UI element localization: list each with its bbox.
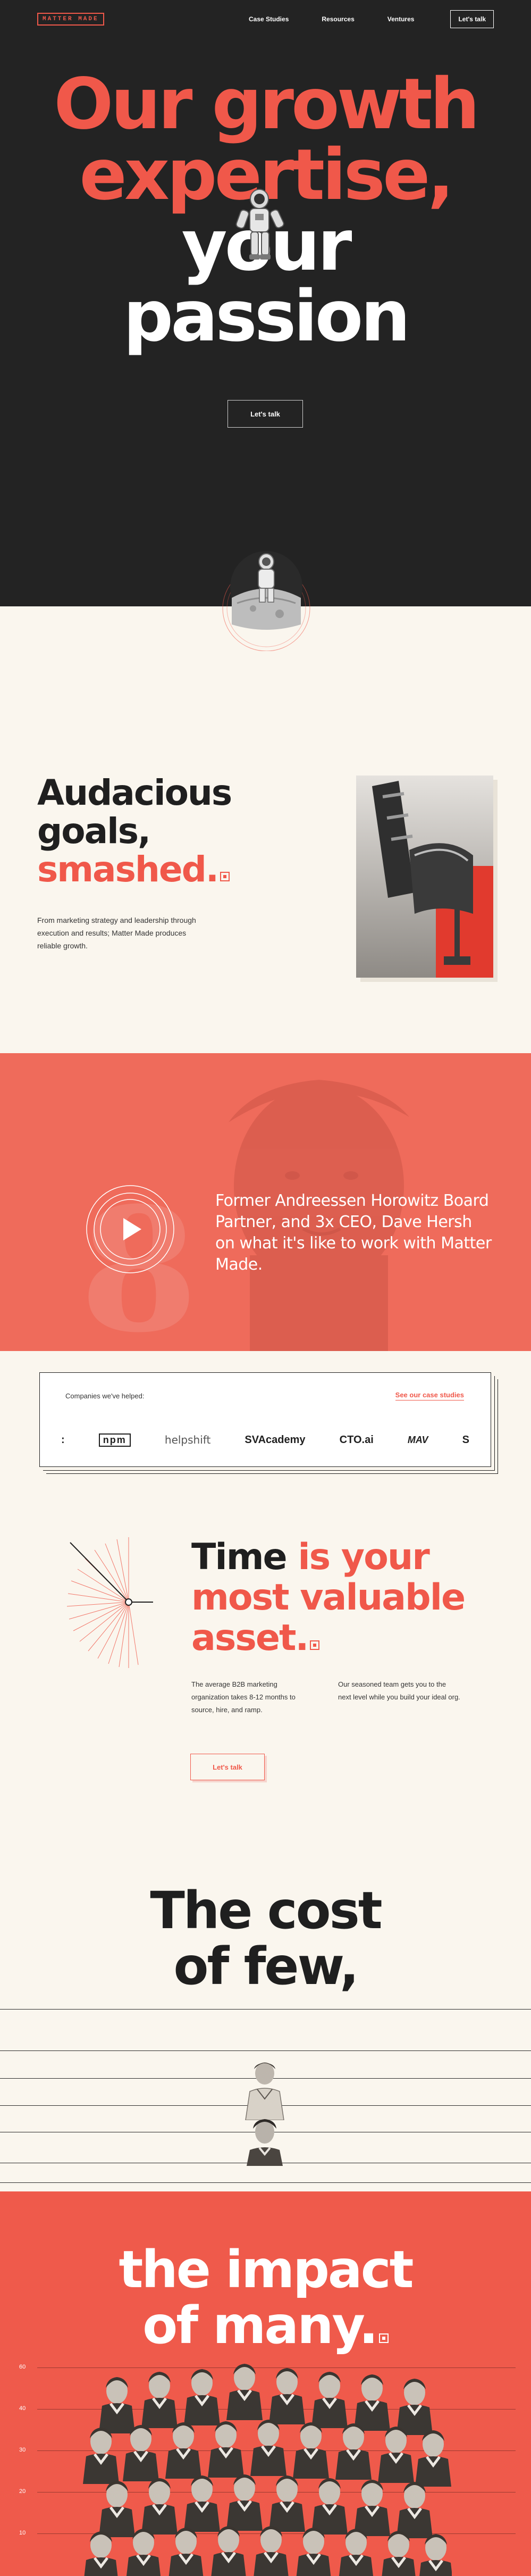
axis-label: 20 bbox=[19, 2488, 26, 2495]
axis-label: 30 bbox=[19, 2447, 26, 2453]
nav-links: Case Studies Resources Ventures Let's ta… bbox=[249, 10, 494, 28]
few-headline: The cost of few, bbox=[0, 1883, 531, 1995]
companies-card: Companies we've helped: See our case stu… bbox=[39, 1372, 491, 1467]
companies-label: Companies we've helped: bbox=[65, 1392, 145, 1400]
vintage-person-photo bbox=[245, 2062, 284, 2120]
impact-headline: the impact of many. bbox=[0, 2242, 531, 2354]
time-headline: Time is your most valuable asset. bbox=[191, 1537, 466, 1658]
company-logo-ctoai: CTO.ai bbox=[339, 1433, 374, 1446]
time-lets-talk-button[interactable]: Let's talk bbox=[190, 1754, 265, 1780]
time-body-left: The average B2B marketing organization t… bbox=[191, 1680, 296, 1714]
company-logos-row: : npm helpshift SVAcademy CTO.ai MAV S bbox=[61, 1424, 469, 1456]
collage-photo bbox=[356, 776, 493, 978]
goals-headline-line-2: goals, bbox=[37, 811, 151, 852]
company-logo: : bbox=[61, 1433, 65, 1446]
goals-headline-line-3: smashed. bbox=[37, 851, 231, 889]
vintage-person-photo bbox=[247, 2119, 283, 2166]
hero-lets-talk-button[interactable]: Let's talk bbox=[227, 400, 303, 428]
goals-headline-line-3-text: smashed. bbox=[37, 849, 219, 890]
case-studies-link[interactable]: See our case studies bbox=[395, 1391, 464, 1400]
vintage-group-photo bbox=[80, 2362, 452, 2576]
company-logo-svacademy: SVAcademy bbox=[245, 1433, 306, 1446]
square-dot-icon bbox=[310, 1640, 320, 1650]
time-headline-is-your: is your bbox=[298, 1536, 429, 1578]
square-dot-icon bbox=[378, 2333, 389, 2343]
company-logo-mav: MAV bbox=[407, 1434, 428, 1445]
hero-headline-line-4: passion bbox=[123, 276, 411, 357]
nav-link-case-studies[interactable]: Case Studies bbox=[249, 15, 289, 23]
company-logo-helpshift: helpshift bbox=[164, 1433, 211, 1446]
brand-logo[interactable]: MATTER MADE bbox=[37, 13, 104, 26]
few-headline-line-1: The cost bbox=[150, 1881, 382, 1940]
goals-headline: Audacious goals, smashed. bbox=[37, 772, 232, 889]
time-headline-line-3-text: asset. bbox=[191, 1617, 309, 1659]
time-body-right: Our seasoned team gets you to the next l… bbox=[338, 1680, 460, 1701]
goals-headline-line-1: Audacious bbox=[37, 772, 232, 813]
impact-headline-line-2: of many. bbox=[0, 2298, 531, 2354]
nav-lets-talk-button[interactable]: Let's talk bbox=[450, 10, 494, 28]
clock-fan-illustration bbox=[66, 1537, 153, 1668]
divider-line bbox=[0, 2050, 531, 2051]
impact-headline-line-1: the impact bbox=[119, 2240, 414, 2299]
divider-line bbox=[0, 2182, 531, 2183]
few-headline-line-2: of few, bbox=[173, 1937, 359, 1996]
axis-label: 10 bbox=[19, 2530, 26, 2536]
axis-label: 60 bbox=[19, 2364, 26, 2370]
square-dot-icon bbox=[220, 872, 230, 881]
company-logo-s: S bbox=[462, 1433, 469, 1446]
time-headline-line-2: most valuable bbox=[191, 1577, 466, 1619]
axis-label: 40 bbox=[19, 2405, 26, 2412]
time-headline-word-time: Time bbox=[191, 1536, 298, 1578]
company-logo-npm: npm bbox=[98, 1433, 131, 1447]
play-video-button[interactable] bbox=[85, 1184, 175, 1274]
moon-astronaut-badge bbox=[222, 551, 310, 651]
divider-line bbox=[0, 2009, 531, 2010]
top-nav: MATTER MADE Case Studies Resources Ventu… bbox=[0, 0, 531, 38]
nav-link-ventures[interactable]: Ventures bbox=[387, 15, 415, 23]
impact-headline-line-2-text: of many. bbox=[142, 2296, 378, 2355]
goals-body: From marketing strategy and leadership t… bbox=[37, 916, 196, 950]
nav-link-resources[interactable]: Resources bbox=[322, 15, 354, 23]
astronaut-illustration bbox=[235, 189, 284, 260]
time-headline-line-3: asset. bbox=[191, 1618, 465, 1658]
hero-headline-line-1: Our growth bbox=[54, 63, 480, 145]
video-quote: Former Andreessen Horowitz Board Partner… bbox=[215, 1191, 492, 1274]
time-headline-line-1: Time is your bbox=[191, 1537, 465, 1578]
